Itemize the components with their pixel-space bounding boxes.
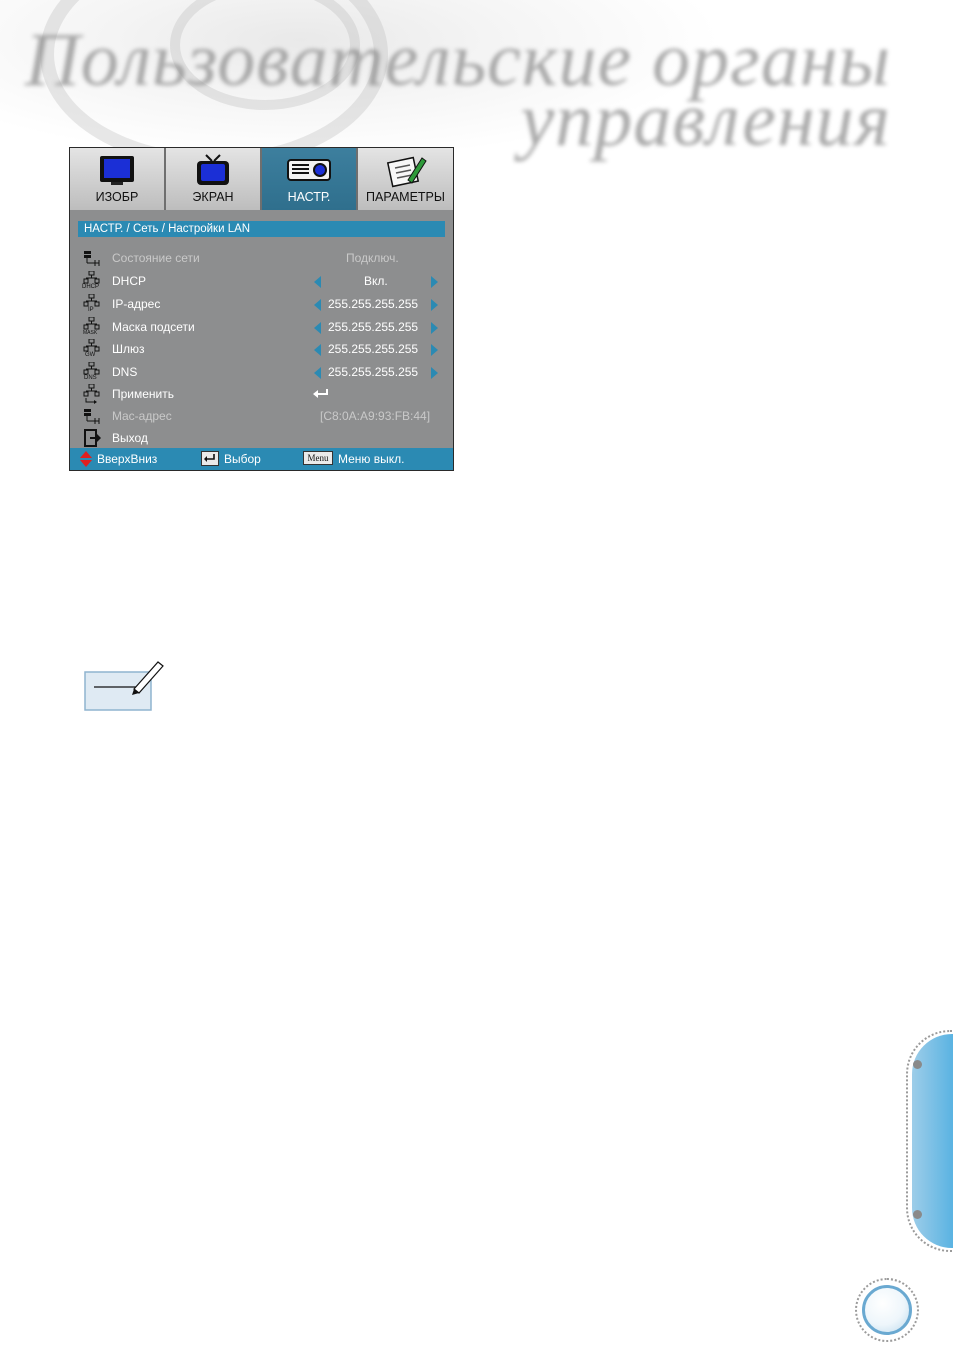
gateway-label: Шлюз: [112, 342, 145, 356]
dhcp-value: Вкл.: [364, 274, 388, 288]
up-down-icon: [80, 451, 92, 467]
osd-menu: ИЗОБР ЭКРАН НАСТР. ПАРАМЕТРЫ НАСТР. / Се…: [69, 147, 454, 471]
network-mac-icon: [84, 409, 100, 424]
dhcp-icon-text: DHCP: [82, 284, 100, 290]
row-subnet-mask[interactable]: MASK Маска подсети 255.255.255.255: [82, 317, 450, 339]
breadcrumb: НАСТР. / Сеть / Настройки LAN: [78, 221, 445, 237]
mask-increase-arrow[interactable]: [431, 322, 438, 334]
tab-screen-label: ЭКРАН: [192, 190, 234, 204]
note-icon: [84, 661, 164, 711]
dns-label: DNS: [112, 365, 138, 379]
footer-menu-label: Меню выкл.: [338, 452, 405, 466]
mac-address-label: Mac-адрес: [112, 409, 172, 423]
footer-nav-label: ВверхВниз: [97, 452, 158, 466]
dhcp-label: DHCP: [112, 274, 147, 288]
dhcp-increase-arrow[interactable]: [431, 276, 438, 288]
projector-icon: [287, 159, 331, 181]
subnet-mask-value: 255.255.255.255: [328, 320, 419, 334]
tab-setup[interactable]: НАСТР.: [262, 148, 358, 210]
side-tab-bullet-bottom: [913, 1210, 922, 1219]
dns-value: 255.255.255.255: [328, 365, 419, 379]
tab-setup-label: НАСТР.: [287, 190, 331, 204]
tab-options-label: ПАРАМЕТРЫ: [366, 190, 445, 204]
page-title: Пользовательские органы управления: [25, 22, 891, 158]
gateway-value: 255.255.255.255: [328, 342, 419, 356]
ip-address-value: 255.255.255.255: [328, 297, 419, 311]
dns-decrease-arrow[interactable]: [314, 367, 321, 379]
tab-options[interactable]: ПАРАМЕТРЫ: [358, 148, 453, 210]
network-status-icon: [84, 251, 100, 266]
dhcp-decrease-arrow[interactable]: [314, 276, 321, 288]
ip-address-label: IP-адрес: [112, 297, 161, 311]
subnet-mask-label: Маска подсети: [112, 320, 195, 334]
tab-image-label: ИЗОБР: [95, 190, 139, 204]
gateway-icon-text: GW: [85, 352, 96, 358]
row-ip-address[interactable]: IP IP-адрес 255.255.255.255: [82, 294, 450, 316]
row-dhcp[interactable]: DHCP DHCP Вкл.: [82, 271, 450, 293]
menu-key-icon: Menu: [303, 451, 333, 465]
ip-increase-arrow[interactable]: [431, 299, 438, 311]
network-status-value: Подключ.: [346, 251, 399, 265]
exit-label: Выход: [112, 431, 148, 445]
row-gateway[interactable]: GW Шлюз 255.255.255.255: [82, 339, 450, 361]
osd-footer: ВверхВниз Выбор Menu Меню выкл.: [70, 448, 453, 470]
row-dns[interactable]: DNS DNS 255.255.255.255: [82, 362, 450, 384]
enter-key-icon: [201, 451, 219, 466]
row-mac-address: Mac-адрес [C8:0A:A9:93:FB:44]: [82, 406, 450, 428]
network-apply-icon: [83, 384, 100, 404]
mask-icon-text: MASK: [83, 330, 98, 336]
osd-tabs: ИЗОБР ЭКРАН НАСТР. ПАРАМЕТРЫ: [70, 148, 453, 210]
gateway-increase-arrow[interactable]: [431, 344, 438, 356]
row-network-status: Состояние сети Подключ.: [82, 248, 450, 270]
mask-decrease-arrow[interactable]: [314, 322, 321, 334]
ip-decrease-arrow[interactable]: [314, 299, 321, 311]
footer-select-label: Выбор: [224, 452, 261, 466]
mac-address-value: [C8:0A:A9:93:FB:44]: [320, 409, 431, 423]
exit-icon: [84, 429, 101, 447]
page-number-badge: [862, 1285, 912, 1335]
apply-label: Применить: [112, 387, 175, 401]
notepad-pen-icon: [386, 156, 427, 188]
enter-icon: [313, 389, 328, 398]
tv-icon: [197, 154, 229, 185]
network-status-label: Состояние сети: [112, 251, 200, 265]
monitor-icon: [100, 156, 134, 185]
dns-increase-arrow[interactable]: [431, 367, 438, 379]
row-apply[interactable]: Применить: [82, 384, 450, 406]
row-exit[interactable]: Выход: [82, 428, 450, 450]
tab-screen[interactable]: ЭКРАН: [166, 148, 262, 210]
ip-icon-text: IP: [88, 307, 94, 313]
gateway-decrease-arrow[interactable]: [314, 344, 321, 356]
tab-image[interactable]: ИЗОБР: [70, 148, 166, 210]
dns-icon-text: DNS: [84, 375, 97, 381]
side-tab-bullet-top: [913, 1060, 922, 1069]
